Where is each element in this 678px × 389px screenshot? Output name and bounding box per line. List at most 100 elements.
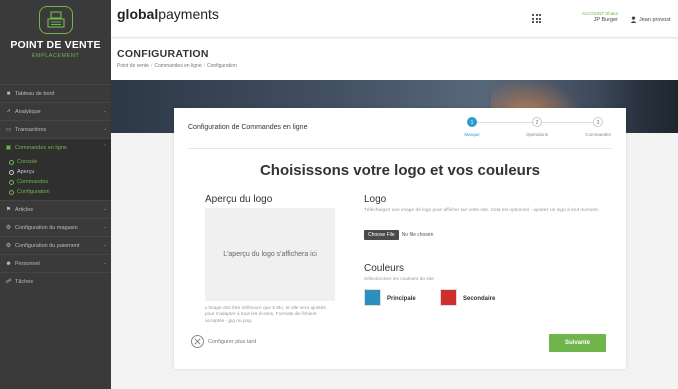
subnav-label: Console	[17, 159, 38, 165]
circle-icon	[9, 169, 14, 175]
sidebar-item-label: Personnel	[15, 260, 40, 267]
chevron-up-icon: ⌃	[102, 144, 107, 150]
user-menu[interactable]: Jean provost	[630, 16, 671, 23]
globalpayments-logo[interactable]: globalpayments	[117, 6, 219, 22]
chevron-down-icon: ⌄	[102, 224, 107, 230]
online-orders-submenu: Console Aperçu Commandes Configuration	[0, 156, 111, 200]
step-label: Opérations	[525, 132, 548, 137]
step-label: Commandes	[585, 132, 611, 137]
breadcrumb-item: Configuration	[207, 63, 237, 69]
breadcrumb-item[interactable]: Point de vente	[117, 63, 149, 69]
sidebar-nav: ■ Tableau de bord ⩘ Analytique ⌄ ▭ Trans…	[0, 84, 111, 290]
sidebar-item-label: Commandes en ligne	[15, 144, 67, 151]
user-name: Jean provost	[639, 16, 671, 23]
setup-card: Configuration de Commandes en ligne 1 Ma…	[174, 108, 626, 369]
subnav-label: Configuration	[17, 189, 50, 195]
step-number: 3	[593, 117, 603, 127]
step-brand[interactable]: 1 Marque	[450, 117, 494, 137]
bag-icon: ▣	[5, 145, 12, 151]
sidebar-item-staff[interactable]: ☻ Personnel ⌄	[0, 254, 111, 272]
file-input: Choose File No file chosen	[364, 230, 433, 240]
subnav-configuration[interactable]: Configuration	[0, 187, 111, 197]
register-icon	[38, 6, 73, 34]
sidebar-item-payment-config[interactable]: ⚙ Configuration du paiement ⌄	[0, 236, 111, 254]
stepper: 1 Marque 2 Opérations 3 Commandes	[462, 117, 612, 143]
close-icon	[191, 335, 204, 348]
configure-later-button[interactable]: Configurer plus tard	[191, 335, 256, 348]
sidebar-item-label: Tâches	[15, 278, 34, 285]
tag-icon: ⚑	[5, 207, 12, 213]
file-status: No file chosen	[401, 232, 434, 238]
step-operations[interactable]: 2 Opérations	[515, 117, 559, 137]
brand: POINT DE VENTE EMPLACEMENT	[0, 0, 111, 74]
step-number: 2	[532, 117, 542, 127]
logo-bold-text: global	[117, 6, 159, 22]
subnav-label: Commandes	[17, 179, 49, 185]
user-icon	[630, 16, 637, 23]
circle-icon	[9, 179, 14, 185]
page-title: CONFIGURATION	[117, 48, 209, 60]
circle-icon	[9, 159, 14, 165]
subnav-label: Aperçu	[17, 169, 35, 175]
divider	[188, 148, 612, 149]
chevron-down-icon: ⌄	[102, 206, 107, 212]
breadcrumb: Point de vente / Commandes en ligne / Config…	[117, 63, 237, 69]
chevron-down-icon: ⌄	[102, 242, 107, 248]
secondary-color-swatch[interactable]	[440, 289, 457, 306]
brand-subtitle: EMPLACEMENT	[31, 53, 80, 59]
preview-placeholder: L'aperçu du logo s'affichera ici	[223, 251, 317, 258]
gear-icon: ⚙	[5, 243, 12, 249]
chevron-down-icon: ⌄	[102, 126, 107, 132]
sidebar-item-transactions[interactable]: ▭ Transactions ⌄	[0, 120, 111, 138]
sidebar-item-store-config[interactable]: ⚙ Configuration du magasin ⌄	[0, 218, 111, 236]
card-title: Configuration de Commandes en ligne	[188, 124, 308, 131]
step-orders[interactable]: 3 Commandes	[576, 117, 620, 137]
sidebar-item-dashboard[interactable]: ■ Tableau de bord	[0, 84, 111, 102]
logo-light-text: payments	[158, 6, 219, 22]
card-icon: ▭	[5, 127, 12, 133]
secondary-color-label: Secondaire	[463, 296, 496, 302]
people-icon: ☻	[5, 260, 12, 267]
logo-description: Téléchargez une image de logo pour affic…	[364, 208, 600, 213]
sidebar-item-analytics[interactable]: ⩘ Analytique ⌄	[0, 102, 111, 120]
chart-icon: ⩘	[6, 108, 11, 114]
account-label: ACCOUNT Shaka	[581, 11, 618, 16]
sidebar-item-label: Articles	[15, 206, 34, 213]
section-heading: Choisissons votre logo et vos couleurs	[259, 162, 541, 179]
colors-description: Sélectionnez les couleurs du site	[364, 277, 434, 282]
sidebar-item-label: Tableau de bord	[15, 90, 55, 97]
gear-icon: ⚙	[5, 225, 12, 231]
sidebar-item-online-orders[interactable]: ▣ Commandes en ligne ⌃	[0, 138, 111, 156]
sidebar-item-label: Transactions	[15, 126, 47, 133]
sidebar: POINT DE VENTE EMPLACEMENT ■ Tableau de …	[0, 0, 111, 389]
apps-grid-icon[interactable]	[532, 14, 541, 23]
colors-title: Couleurs	[364, 263, 405, 274]
sidebar-item-tasks[interactable]: ☍ Tâches	[0, 272, 111, 290]
subnav-preview[interactable]: Aperçu	[0, 167, 111, 177]
primary-color-swatch[interactable]	[364, 289, 381, 306]
dashboard-icon: ■	[6, 90, 11, 97]
brand-title: POINT DE VENTE	[10, 39, 101, 51]
step-number: 1	[467, 117, 477, 127]
chevron-down-icon: ⌄	[102, 108, 107, 114]
subnav-orders[interactable]: Commandes	[0, 177, 111, 187]
choose-file-button[interactable]: Choose File	[364, 230, 399, 240]
sidebar-item-label: Configuration du paiement	[15, 242, 80, 249]
sidebar-item-label: Analytique	[15, 108, 41, 115]
logo-title: Logo	[364, 194, 387, 205]
sidebar-item-label: Configuration du magasin	[15, 224, 78, 231]
tasks-icon: ☍	[5, 279, 12, 285]
preview-title: Aperçu du logo	[205, 194, 273, 205]
sidebar-item-articles[interactable]: ⚑ Articles ⌄	[0, 200, 111, 218]
topbar: globalpayments ACCOUNT Shaka JP Burger J…	[111, 0, 678, 38]
chevron-down-icon: ⌄	[102, 260, 107, 266]
page-header: CONFIGURATION Point de vente / Commandes e…	[111, 39, 678, 80]
primary-color-label: Principale	[387, 296, 416, 302]
breadcrumb-item[interactable]: Commandes en ligne	[154, 63, 201, 69]
subnav-console[interactable]: Console	[0, 157, 111, 167]
account-switcher[interactable]: ACCOUNT Shaka JP Burger	[558, 11, 618, 23]
circle-icon	[9, 189, 14, 195]
configure-later-label: Configurer plus tard	[208, 338, 257, 345]
step-label: Marque	[464, 132, 480, 137]
next-button[interactable]: Suivante	[549, 334, 606, 352]
